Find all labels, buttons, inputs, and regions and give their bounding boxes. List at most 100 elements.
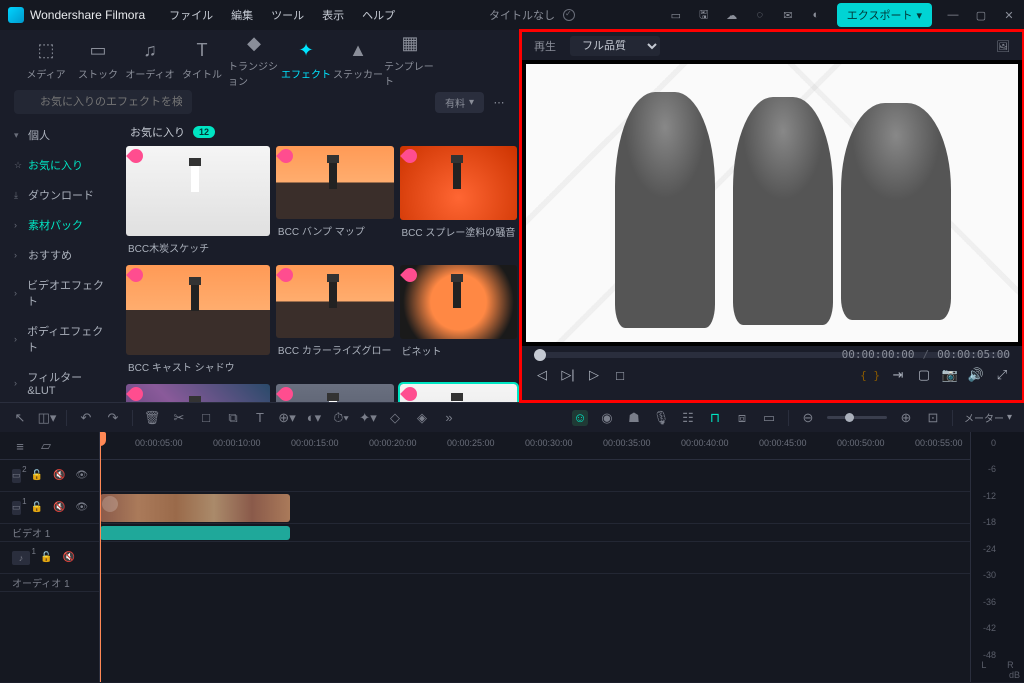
effect-card-6[interactable]: ビネット <box>400 265 518 378</box>
sidebar-item-1[interactable]: ⤓ダウンロード <box>6 180 112 210</box>
menu-file[interactable]: ファイル <box>169 7 213 23</box>
mute-icon[interactable]: 🔇 <box>53 470 65 481</box>
effect-clip[interactable] <box>100 526 290 540</box>
avatar-icon[interactable]: ◐ <box>809 8 823 22</box>
export-button[interactable]: エクスポート▾ <box>837 3 932 27</box>
sidebar-item-3[interactable]: ›おすすめ <box>6 240 112 270</box>
sidebar-item-2[interactable]: ›素材パック <box>6 210 112 240</box>
speed-icon[interactable]: ⏱▾ <box>333 410 349 426</box>
tab-1[interactable]: ▭ストック <box>72 40 124 81</box>
track-header-fx1[interactable]: ▭1 🔓 🔇 👁 <box>0 492 99 524</box>
play-back-icon[interactable]: ▷| <box>560 367 576 383</box>
tab-0[interactable]: ⬚メディア <box>20 40 72 81</box>
record-icon[interactable]: ◉ <box>599 410 615 426</box>
track-header-audio1[interactable]: ♪1 🔓 🔇 <box>0 542 99 574</box>
sidebar-header-personal[interactable]: ▾個人 <box>6 120 112 150</box>
menu-edit[interactable]: 編集 <box>231 7 253 23</box>
face-tool-icon[interactable]: ☺ <box>572 410 588 426</box>
mute-icon[interactable]: 🔇 <box>62 552 74 563</box>
menu-tools[interactable]: ツール <box>271 7 304 23</box>
marker-tool-icon[interactable]: ▭ <box>761 410 777 426</box>
snapshot-settings-icon[interactable]: 🖼 <box>996 39 1010 53</box>
tab-3[interactable]: Tタイトル <box>176 40 228 81</box>
fit-icon[interactable]: ⊡ <box>925 410 941 426</box>
volume-icon[interactable]: 🔊 <box>968 367 984 383</box>
undo-icon[interactable]: ↶ <box>78 410 94 426</box>
heart-icon[interactable] <box>400 384 420 402</box>
color-icon[interactable]: ◈ <box>414 410 430 426</box>
effect-card-5[interactable]: BCC カラーライズグロー <box>276 265 394 378</box>
track-video1[interactable] <box>100 492 970 524</box>
play-icon[interactable]: ▷ <box>586 367 602 383</box>
meter-toggle[interactable]: メーター▾ <box>964 410 1012 425</box>
video-clip[interactable] <box>100 494 290 522</box>
lock-icon[interactable]: 🔓 <box>31 470 43 481</box>
heart-icon[interactable] <box>276 384 296 402</box>
track-link-icon[interactable]: ▱ <box>38 438 54 454</box>
tab-4[interactable]: ◆トランジション <box>228 32 280 88</box>
playhead[interactable] <box>100 432 101 682</box>
fullscreen-icon[interactable]: ⤢ <box>994 367 1010 383</box>
heart-icon[interactable] <box>400 265 420 285</box>
crop-icon[interactable]: □ <box>198 410 214 426</box>
effect-card-4[interactable]: BCC キャスト シャドウ <box>126 265 270 378</box>
zoom-slider[interactable] <box>827 416 887 419</box>
snapshot-icon[interactable]: 📷 <box>942 367 958 383</box>
effect-card-9[interactable]: 木炭 <box>276 384 394 402</box>
heart-icon[interactable] <box>126 384 146 402</box>
palette-icon[interactable]: ◐▾ <box>306 410 322 426</box>
mixer-icon[interactable]: ☷ <box>680 410 696 426</box>
sidebar-item-5[interactable]: ›ボディエフェクト <box>6 316 112 362</box>
magnet-icon[interactable]: ⊓ <box>707 410 723 426</box>
tab-6[interactable]: ▲ステッカー <box>332 40 384 81</box>
adjust-icon[interactable]: ⊕▾ <box>279 410 295 426</box>
notification-icon[interactable]: ◌ <box>753 8 767 22</box>
message-icon[interactable]: ✉ <box>781 8 795 22</box>
effect-card-10[interactable]: BCC 鉛筆スケッチ <box>400 384 518 402</box>
close-icon[interactable]: ✕ <box>1002 8 1016 22</box>
scrub-bar[interactable]: 00:00:00:00 / 00:00:05:00 <box>534 352 1010 358</box>
display-icon[interactable]: ▢ <box>916 367 932 383</box>
keyframe-icon[interactable]: ◇ <box>387 410 403 426</box>
effect-card-8[interactable]: BCCディスプレースメントマ… <box>126 384 270 402</box>
lock-icon[interactable]: 🔓 <box>40 552 52 563</box>
sidebar-item-6[interactable]: ›フィルター&LUT <box>6 362 112 402</box>
sidebar-item-0[interactable]: ☆お気に入り <box>6 150 112 180</box>
eye-icon[interactable]: 👁 <box>75 502 88 513</box>
tab-7[interactable]: ▦テンプレート <box>384 32 436 88</box>
heart-icon[interactable] <box>126 265 146 285</box>
heart-icon[interactable] <box>276 265 296 285</box>
select-tool-icon[interactable]: ◫▾ <box>39 410 55 426</box>
zoom-out-icon[interactable]: ⊖ <box>800 410 816 426</box>
effect-card-0[interactable]: BCC木炭スケッチ <box>126 146 270 259</box>
link-icon[interactable]: ⧈ <box>734 410 750 426</box>
scrub-head[interactable] <box>534 349 546 361</box>
clip-range-icon[interactable]: ⇥ <box>890 367 906 383</box>
minimize-icon[interactable]: — <box>946 8 960 22</box>
lock-icon[interactable]: 🔓 <box>31 502 43 513</box>
copy-icon[interactable]: ⧉ <box>225 410 241 426</box>
timeline-ruler[interactable]: 00:00:05:0000:00:10:0000:00:15:0000:00:2… <box>100 432 970 460</box>
effect-card-1[interactable]: BCC バンプ マップ <box>276 146 394 259</box>
quality-select[interactable]: フル品質 <box>570 36 660 56</box>
track-audio1[interactable] <box>100 542 970 574</box>
track-fx2[interactable] <box>100 460 970 492</box>
sidebar-item-4[interactable]: ›ビデオエフェクト <box>6 270 112 316</box>
zoom-in-icon[interactable]: ⊕ <box>898 410 914 426</box>
paid-filter[interactable]: 有料▾ <box>435 92 484 113</box>
preview-canvas[interactable] <box>522 60 1022 346</box>
mute-icon[interactable]: 🔇 <box>53 502 65 513</box>
redo-icon[interactable]: ↷ <box>105 410 121 426</box>
prev-frame-icon[interactable]: ◁ <box>534 367 550 383</box>
text-tool-icon[interactable]: T <box>252 410 268 426</box>
track-menu-icon[interactable]: ≡ <box>12 438 28 454</box>
more-icon[interactable]: ⋯ <box>492 95 506 109</box>
maximize-icon[interactable]: ▢ <box>974 8 988 22</box>
shield-icon[interactable]: ☗ <box>626 410 642 426</box>
track-fx1[interactable] <box>100 524 970 542</box>
track-header-fx2[interactable]: ▭2 🔓 🔇 👁 <box>0 460 99 492</box>
ai-tool-icon[interactable]: ✦▾ <box>360 410 376 426</box>
layout-icon[interactable]: ▭ <box>669 8 683 22</box>
cloud-icon[interactable]: ☁ <box>725 8 739 22</box>
marker-braces[interactable]: { } <box>860 369 880 382</box>
